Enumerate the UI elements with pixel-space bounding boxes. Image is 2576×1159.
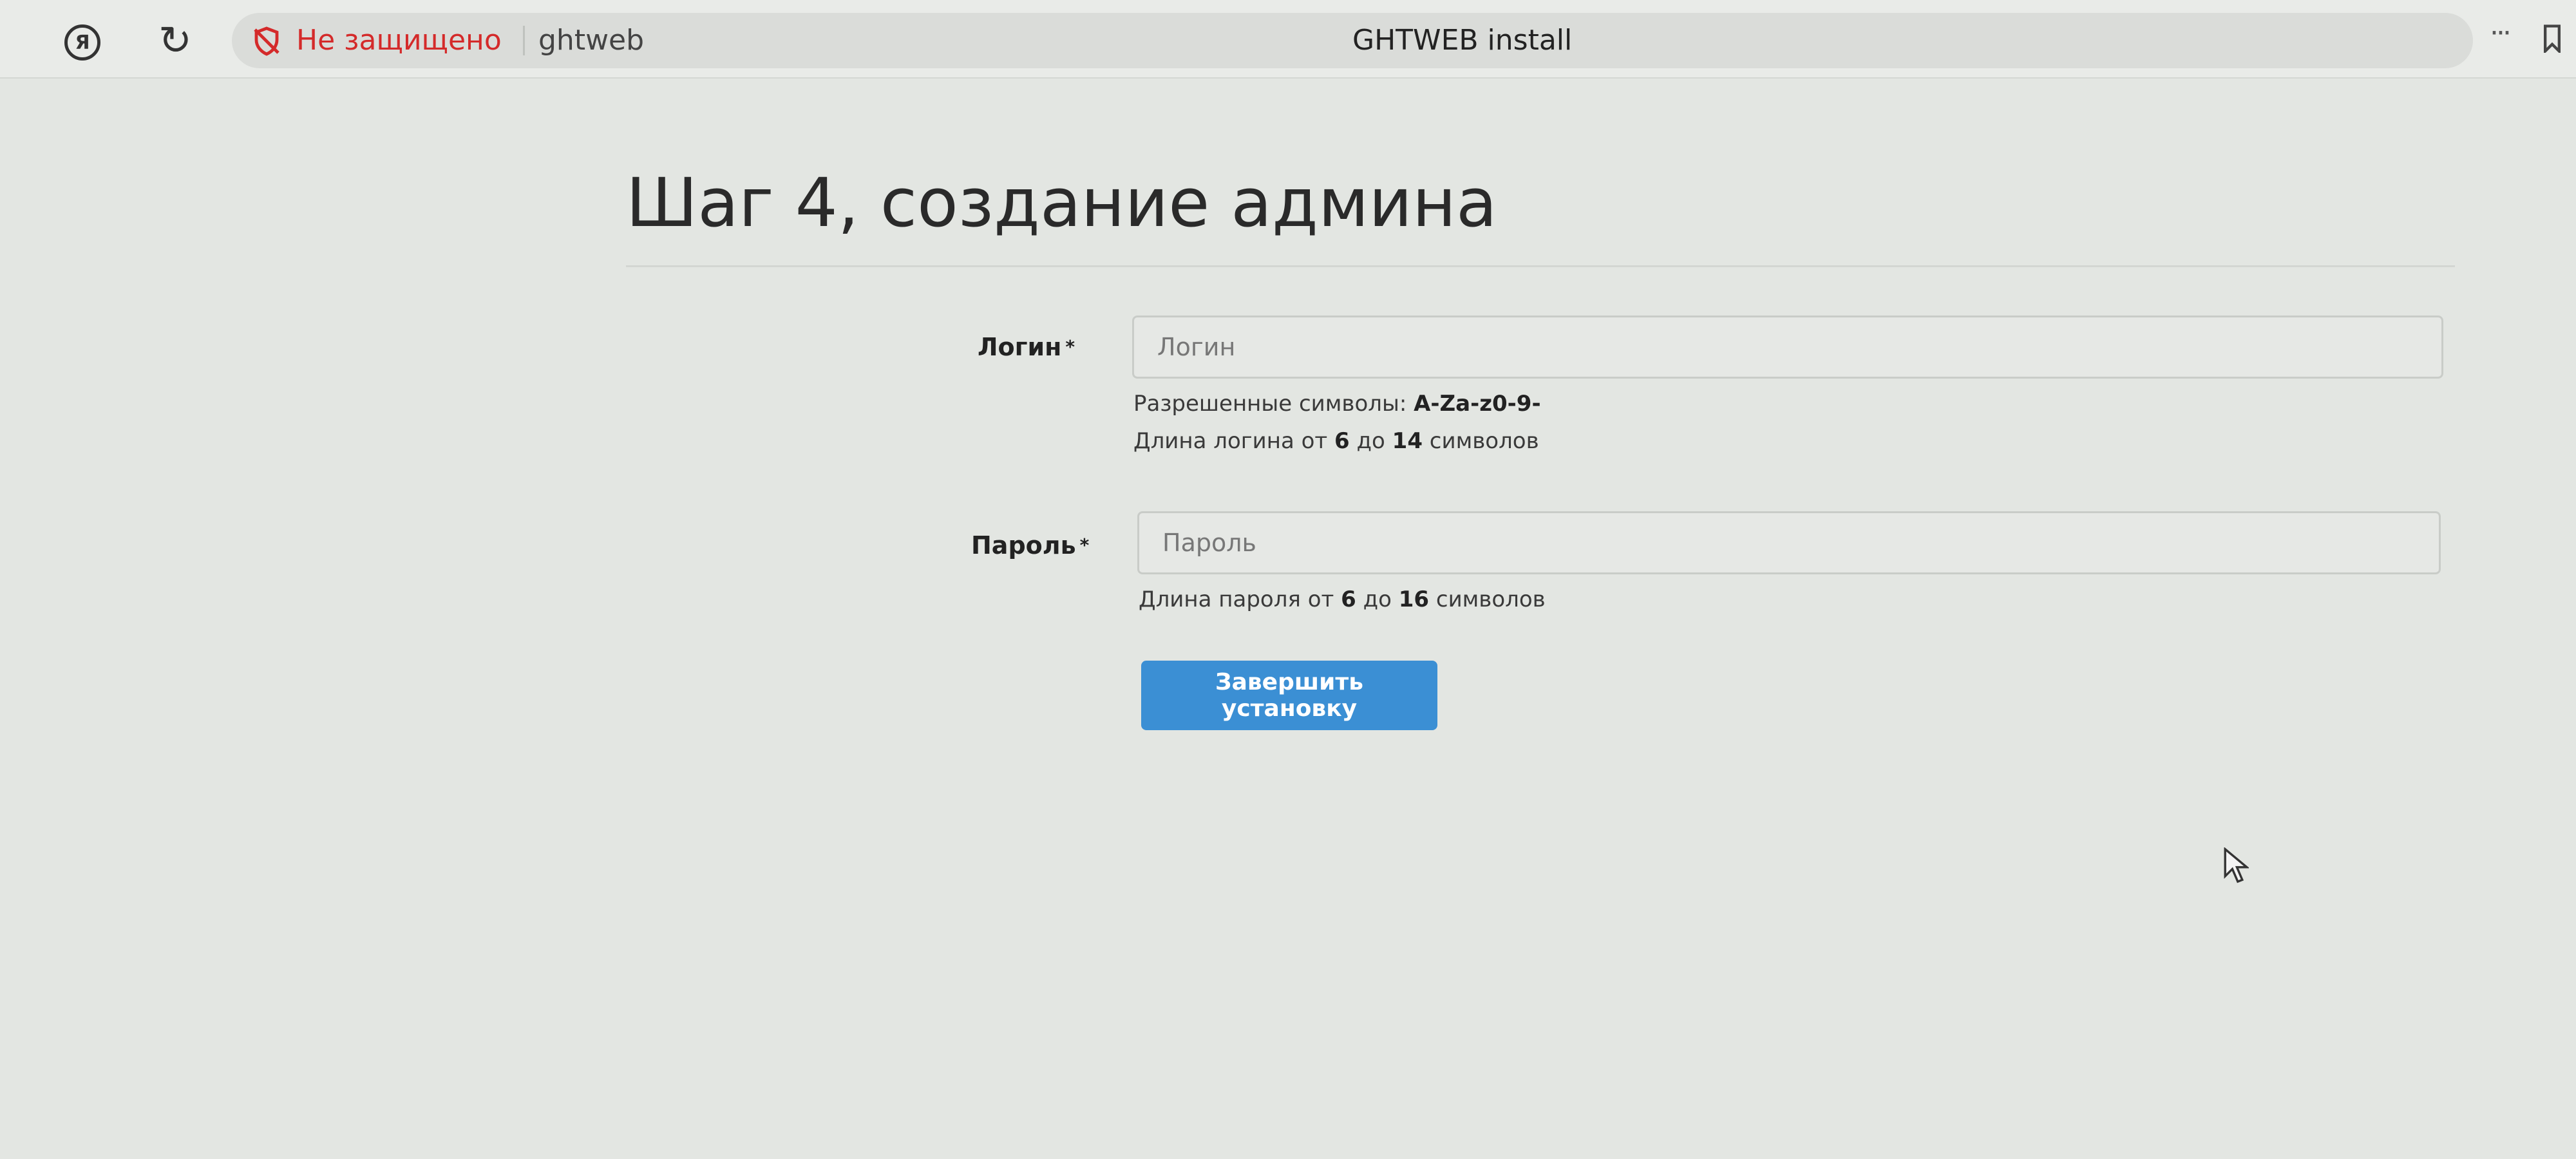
address-separator <box>523 26 525 55</box>
login-help-length-max: 14 <box>1392 428 1423 454</box>
reload-glyph: ↻ <box>158 17 192 64</box>
shield-off-icon[interactable] <box>251 26 282 57</box>
password-help-suffix: символов <box>1429 587 1546 612</box>
login-help-length-prefix: Длина логина от <box>1133 428 1335 454</box>
browser-toolbar: Я ↻ Не защищено ghtweb GHTWEB install ··… <box>0 0 2576 79</box>
password-help-min: 6 <box>1341 587 1356 612</box>
security-status-label[interactable]: Не защищено <box>296 22 502 59</box>
login-label: Логин * <box>978 331 1075 363</box>
login-help-length: Длина логина от 6 до 14 символов <box>1133 422 1539 460</box>
password-help-max: 16 <box>1398 587 1430 612</box>
login-help-charset-prefix: Разрешенные символы: <box>1133 391 1414 417</box>
password-help-prefix: Длина пароля от <box>1139 587 1341 612</box>
bookmark-icon[interactable] <box>2544 24 2561 53</box>
password-input[interactable] <box>1137 511 2441 574</box>
login-help-length-min: 6 <box>1334 428 1350 454</box>
login-input[interactable] <box>1132 316 2443 379</box>
title-divider <box>626 265 2455 267</box>
login-help-length-suffix: символов <box>1422 428 1539 454</box>
password-help-length: Длина пароля от 6 до 16 символов <box>1139 581 1546 618</box>
mouse-cursor-icon <box>2224 847 2249 883</box>
yandex-glyph: Я <box>75 31 90 54</box>
login-help-length-mid: до <box>1349 428 1392 454</box>
password-help-mid: до <box>1356 587 1399 612</box>
login-help-charset-value: A-Za-z0-9- <box>1414 391 1541 417</box>
address-domain[interactable]: ghtweb <box>538 22 644 59</box>
more-glyph: ··· <box>2490 17 2512 50</box>
more-horizontal-icon[interactable]: ··· <box>2490 17 2512 50</box>
password-label: Пароль * <box>971 529 1089 561</box>
login-label-text: Логин <box>978 333 1062 361</box>
page-title-in-toolbar: GHTWEB install <box>1352 24 1573 57</box>
login-required-mark: * <box>1065 336 1075 357</box>
password-required-mark: * <box>1079 534 1090 556</box>
page-title: Шаг 4, создание админа <box>626 164 1497 242</box>
finish-install-button[interactable]: Завершить установку <box>1141 661 1437 730</box>
reload-icon[interactable]: ↻ <box>158 21 192 61</box>
login-help-charset: Разрешенные символы: A-Za-z0-9- <box>1133 385 1541 422</box>
password-label-text: Пароль <box>971 531 1076 560</box>
yandex-logo-icon[interactable]: Я <box>64 24 100 61</box>
